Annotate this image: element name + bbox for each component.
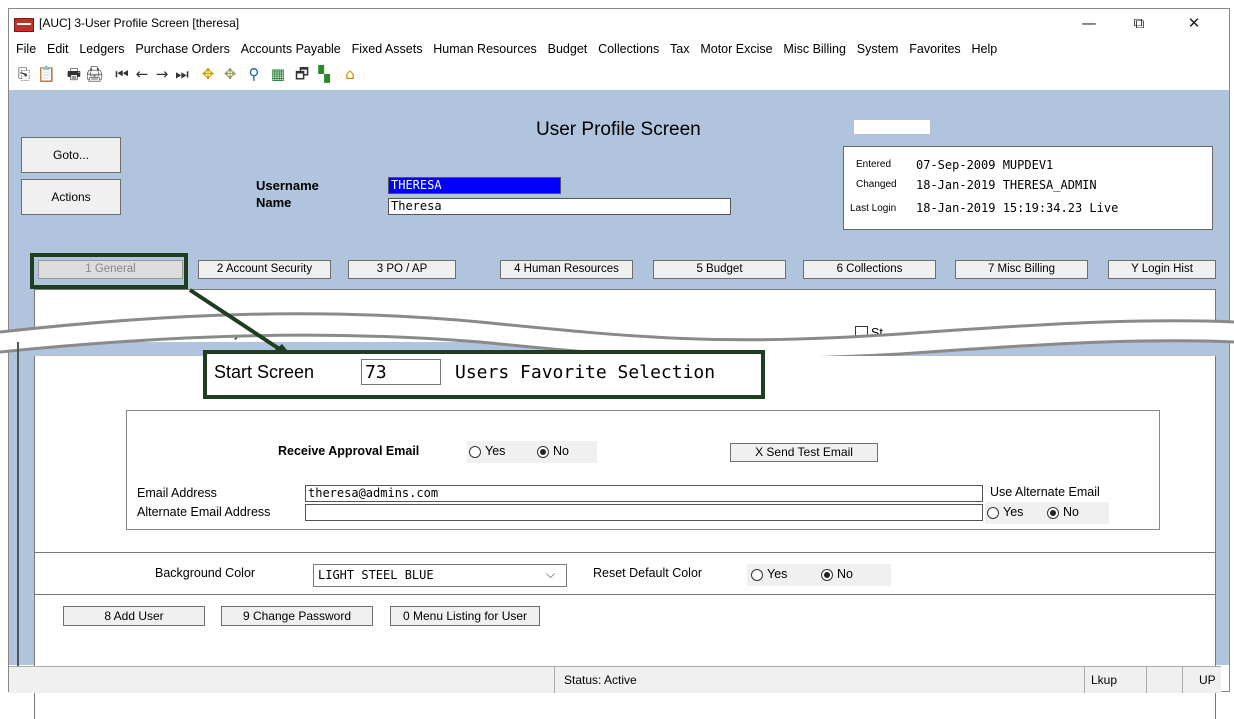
background-color-select[interactable]: LIGHT STEEL BLUE ⌵ <box>313 564 567 587</box>
reset-yes-label: Yes <box>767 567 788 581</box>
alternate-email-label: Alternate Email Address <box>137 505 271 519</box>
background-color-label: Background Color <box>155 566 256 580</box>
chevron-down-icon: ⌵ <box>546 567 556 581</box>
use-alternate-email-label: Use Alternate Email <box>990 485 1100 499</box>
reset-no-radio[interactable] <box>821 569 833 581</box>
status-separator <box>1084 667 1085 693</box>
reset-default-color-label: Reset Default Color <box>593 566 703 580</box>
start-screen-callout: Start Screen 73 Users Favorite Selection <box>203 350 765 399</box>
email-settings-box: Receive Approval Email Yes No X Send Tes… <box>126 410 1160 530</box>
start-screen-label: Start Screen <box>214 362 315 382</box>
use-alternate-yes-label: Yes <box>1003 505 1024 519</box>
start-screen-field[interactable]: 73 <box>361 359 441 385</box>
status-separator <box>1146 667 1147 693</box>
email-address-field[interactable]: theresa@admins.com <box>305 485 983 502</box>
approval-radio-group: Yes No <box>467 441 597 463</box>
reset-yes-radio[interactable] <box>751 569 763 581</box>
status-separator <box>1182 667 1183 693</box>
lookup-indicator: Lkup <box>1091 673 1118 687</box>
approval-yes-radio[interactable] <box>469 446 481 458</box>
menu-listing-button[interactable]: 0 Menu Listing for User <box>390 606 540 626</box>
approval-yes-label: Yes <box>485 444 506 458</box>
use-alternate-yes-radio[interactable] <box>987 507 999 519</box>
approval-no-label: No <box>553 444 569 458</box>
status-separator <box>554 667 555 693</box>
email-address-label: Email Address <box>137 486 217 500</box>
use-alternate-radio-group: Yes No <box>985 502 1109 524</box>
reset-color-radio-group: Yes No <box>747 564 891 586</box>
change-password-button[interactable]: 9 Change Password <box>221 606 373 626</box>
tab-highlight-callout <box>30 253 188 289</box>
send-test-email-button[interactable]: X Send Test Email <box>730 443 878 462</box>
background-color-value: LIGHT STEEL BLUE <box>318 568 434 582</box>
start-screen-description: Users Favorite Selection <box>455 362 716 383</box>
alternate-email-field[interactable] <box>305 504 983 521</box>
status-text: Status: Active <box>564 673 637 687</box>
approval-email-label: Receive Approval Email <box>278 444 420 458</box>
background-color-strip: Background Color LIGHT STEEL BLUE ⌵ Rese… <box>34 552 1216 595</box>
reset-no-label: No <box>837 567 853 581</box>
mode-indicator: UP <box>1199 673 1216 687</box>
status-bar: Status: Active Lkup UP <box>9 666 1221 693</box>
use-alternate-no-label: No <box>1063 505 1079 519</box>
add-user-button[interactable]: 8 Add User <box>63 606 205 626</box>
approval-no-radio[interactable] <box>537 446 549 458</box>
use-alternate-no-radio[interactable] <box>1047 507 1059 519</box>
